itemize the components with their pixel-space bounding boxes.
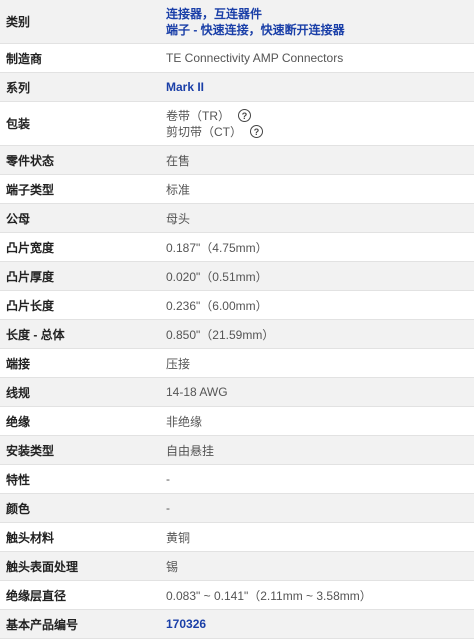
label-tab-thickness: 凸片厚度 — [6, 269, 55, 284]
series-link[interactable]: Mark II — [166, 80, 474, 94]
label-category: 类别 — [6, 15, 31, 29]
packaging-option-ct: 剪切带（CT） ? — [166, 124, 474, 140]
value-category: 连接器，互连器件 端子 - 快速连接，快速断开连接器 — [166, 0, 474, 43]
row-tab-width: 凸片宽度 0.187"（4.75mm） — [0, 233, 474, 262]
label-insulation-diameter: 绝缘层直径 — [6, 588, 67, 603]
value-wire-gauge: 14-18 AWG — [166, 385, 228, 399]
question-circle-icon[interactable]: ? — [250, 125, 263, 138]
value-overall-length: 0.850"（21.59mm） — [166, 327, 275, 342]
value-tab-length: 0.236"（6.00mm） — [166, 298, 268, 313]
category-link-quick-connect-terminals[interactable]: 端子 - 快速连接，快速断开连接器 — [166, 22, 474, 38]
label-contact-finish: 触头表面处理 — [6, 559, 79, 574]
label-gender: 公母 — [6, 211, 31, 226]
value-mounting-type: 自由悬挂 — [166, 443, 215, 458]
row-mounting-type: 安装类型 自由悬挂 — [0, 436, 474, 465]
row-features: 特性 - — [0, 465, 474, 494]
value-base-part-number: 170326 — [166, 610, 474, 638]
row-contact-material: 触头材料 黄铜 — [0, 523, 474, 552]
label-series: 系列 — [6, 80, 31, 95]
label-tab-length: 凸片长度 — [6, 298, 55, 313]
category-link-connectors[interactable]: 连接器，互连器件 — [166, 6, 474, 22]
row-contact-finish: 触头表面处理 锡 — [0, 552, 474, 581]
row-part-status: 零件状态 在售 — [0, 146, 474, 175]
row-tab-length: 凸片长度 0.236"（6.00mm） — [0, 291, 474, 320]
row-packaging: 包装 卷带（TR） ? 剪切带（CT） ? — [0, 102, 474, 146]
base-part-number-link[interactable]: 170326 — [166, 617, 474, 631]
row-category: 类别 连接器，互连器件 端子 - 快速连接，快速断开连接器 — [0, 0, 474, 44]
label-tab-width: 凸片宽度 — [6, 240, 55, 255]
label-contact-material: 触头材料 — [6, 530, 55, 545]
row-manufacturer: 制造商 TE Connectivity AMP Connectors — [0, 44, 474, 73]
row-termination: 端接 压接 — [0, 349, 474, 378]
label-overall-length: 长度 - 总体 — [6, 327, 65, 342]
label-base-part-number: 基本产品编号 — [6, 617, 79, 632]
label-features: 特性 — [6, 472, 31, 487]
value-tab-width: 0.187"（4.75mm） — [166, 240, 268, 255]
label-manufacturer: 制造商 — [6, 51, 43, 66]
row-insulation: 绝缘 非绝缘 — [0, 407, 474, 436]
value-features: - — [166, 472, 170, 486]
label-part-status: 零件状态 — [6, 153, 55, 168]
packaging-option-tr-label: 卷带（TR） — [166, 108, 230, 123]
value-color: - — [166, 501, 170, 515]
value-manufacturer: TE Connectivity AMP Connectors — [166, 51, 344, 65]
value-part-status: 在售 — [166, 153, 191, 168]
value-insulation: 非绝缘 — [166, 414, 203, 429]
row-color: 颜色 - — [0, 494, 474, 523]
row-terminal-type: 端子类型 标准 — [0, 175, 474, 204]
label-insulation: 绝缘 — [6, 414, 31, 429]
value-contact-material: 黄铜 — [166, 530, 191, 545]
row-insulation-diameter: 绝缘层直径 0.083" ~ 0.141"（2.11mm ~ 3.58mm） — [0, 581, 474, 610]
label-termination: 端接 — [6, 356, 31, 371]
label-color: 颜色 — [6, 501, 31, 516]
row-gender: 公母 母头 — [0, 204, 474, 233]
value-tab-thickness: 0.020"（0.51mm） — [166, 269, 268, 284]
value-packaging: 卷带（TR） ? 剪切带（CT） ? — [166, 102, 474, 145]
packaging-option-tr: 卷带（TR） ? — [166, 108, 474, 124]
row-overall-length: 长度 - 总体 0.850"（21.59mm） — [0, 320, 474, 349]
label-packaging: 包装 — [6, 117, 31, 131]
value-contact-finish: 锡 — [166, 559, 179, 574]
row-base-part-number: 基本产品编号 170326 — [0, 610, 474, 639]
value-termination: 压接 — [166, 356, 191, 371]
label-wire-gauge: 线规 — [6, 385, 31, 400]
label-mounting-type: 安装类型 — [6, 443, 55, 458]
row-tab-thickness: 凸片厚度 0.020"（0.51mm） — [0, 262, 474, 291]
packaging-option-ct-label: 剪切带（CT） — [166, 124, 242, 139]
question-circle-icon[interactable]: ? — [238, 109, 251, 122]
product-attributes-table: 类别 连接器，互连器件 端子 - 快速连接，快速断开连接器 制造商 TE Con… — [0, 0, 474, 639]
value-terminal-type: 标准 — [166, 182, 191, 197]
row-series: 系列 Mark II — [0, 73, 474, 102]
value-insulation-diameter: 0.083" ~ 0.141"（2.11mm ~ 3.58mm） — [166, 588, 372, 603]
value-series: Mark II — [166, 73, 474, 101]
row-wire-gauge: 线规 14-18 AWG — [0, 378, 474, 407]
label-terminal-type: 端子类型 — [6, 182, 55, 197]
value-gender: 母头 — [166, 211, 191, 226]
